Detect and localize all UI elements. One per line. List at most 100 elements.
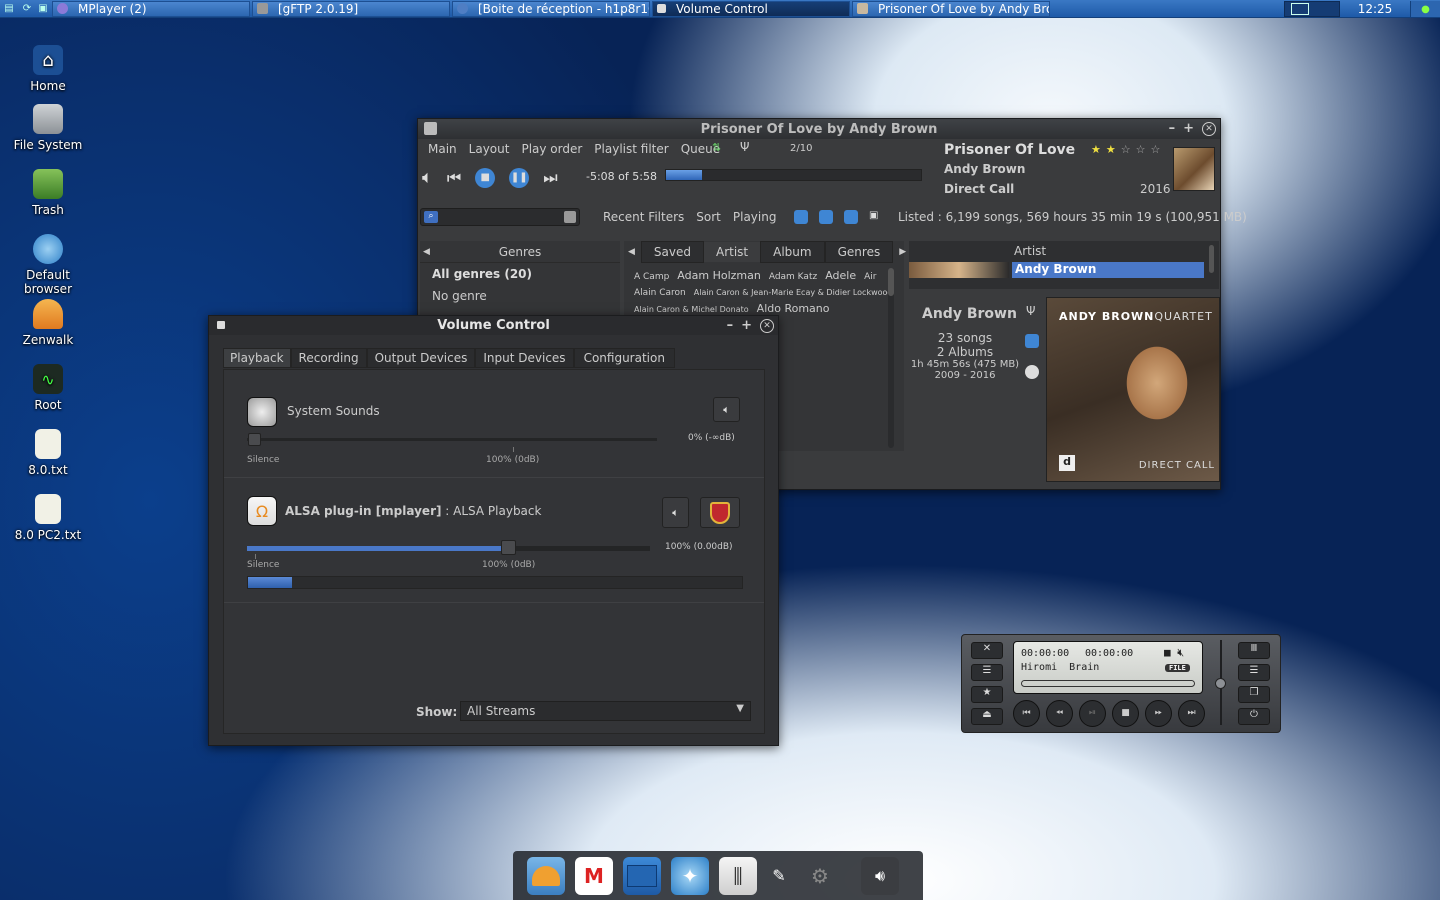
- player-titlebar[interactable]: Prisoner Of Love by Andy Brown – + ✕: [418, 119, 1220, 139]
- tab-output-devices[interactable]: Output Devices: [366, 348, 476, 368]
- lock-channels-button[interactable]: [700, 497, 740, 528]
- play-button[interactable]: ⏯︎: [1079, 700, 1106, 727]
- window-mode-button[interactable]: ❐: [1238, 686, 1270, 703]
- tab-recording[interactable]: Recording: [290, 348, 367, 368]
- slider-handle[interactable]: [501, 540, 516, 555]
- scroll-left-icon[interactable]: ◀: [423, 247, 430, 257]
- artist-item[interactable]: Adam Katz: [769, 272, 817, 282]
- star-icon[interactable]: ★: [1106, 143, 1121, 156]
- equalizer-button[interactable]: Ⅲ: [1238, 642, 1270, 659]
- artist-item[interactable]: Adam Holzman: [677, 269, 761, 282]
- artist-item[interactable]: Adele: [825, 269, 856, 282]
- menu-icon[interactable]: ▤: [0, 1, 18, 17]
- favorite-button[interactable]: ★: [971, 686, 1003, 703]
- dock-tools[interactable]: ✎: [767, 857, 791, 895]
- clock[interactable]: 12:25: [1340, 2, 1410, 16]
- shuffle-button[interactable]: ✕: [971, 642, 1003, 659]
- mute-button[interactable]: 🔈︎: [662, 497, 689, 528]
- forward-button[interactable]: ⏩︎: [1145, 700, 1172, 727]
- tabs-left-icon[interactable]: ◀: [628, 247, 635, 257]
- task-player[interactable]: Prisoner Of Love by Andy Bro...: [852, 0, 1050, 17]
- pause-button[interactable]: ❚❚: [509, 167, 530, 188]
- workspace-switcher[interactable]: [1284, 1, 1340, 17]
- show-select[interactable]: All Streams ▼: [460, 701, 751, 721]
- desktop-browser[interactable]: Default browser: [3, 234, 93, 296]
- last-button[interactable]: ⏭︎: [1178, 700, 1205, 727]
- previous-button[interactable]: ⏮︎: [447, 168, 461, 188]
- task-mail[interactable]: [Boite de réception - h1p8r10...: [452, 0, 650, 17]
- mute-button[interactable]: 🔈︎: [713, 397, 740, 422]
- tab-genres[interactable]: Genres: [824, 241, 894, 263]
- minimize-button[interactable]: –: [727, 318, 734, 333]
- queue-arrow-icon[interactable]: ⇅: [712, 141, 721, 154]
- list-button[interactable]: ☰: [1238, 664, 1270, 681]
- artist-item[interactable]: Aldo Romano: [757, 302, 830, 315]
- desktop-filesystem[interactable]: File System: [3, 104, 93, 152]
- play-artist-button[interactable]: [1025, 334, 1039, 348]
- tray-icon[interactable]: ●: [1410, 1, 1440, 17]
- first-button[interactable]: ⏮︎: [1013, 700, 1040, 727]
- volume-slider[interactable]: [247, 438, 657, 441]
- power-button[interactable]: ⏻: [1238, 708, 1270, 725]
- recent-filters-button[interactable]: Recent Filters: [603, 210, 684, 224]
- desktop-zenwalk[interactable]: Zenwalk: [3, 299, 93, 347]
- desktop-home[interactable]: ⌂ Home: [3, 45, 93, 93]
- star-icon[interactable]: ☆: [1151, 143, 1166, 156]
- dock-mixer[interactable]: ⫼: [719, 856, 757, 895]
- menu-play-order[interactable]: Play order: [521, 142, 582, 156]
- menu-main[interactable]: Main: [428, 142, 457, 156]
- star-icon[interactable]: ★: [1091, 143, 1106, 156]
- tab-playback[interactable]: Playback: [223, 348, 291, 368]
- stop-button[interactable]: ■: [1112, 700, 1139, 727]
- menu-playlist-filter[interactable]: Playlist filter: [594, 142, 668, 156]
- tab-saved[interactable]: Saved: [640, 241, 704, 263]
- artist-item[interactable]: A Camp: [634, 272, 669, 282]
- maximize-button[interactable]: +: [1183, 121, 1194, 136]
- tab-input-devices[interactable]: Input Devices: [475, 348, 574, 368]
- desktop-root[interactable]: ∿ Root: [3, 364, 93, 412]
- tab-artist[interactable]: Artist: [704, 242, 761, 262]
- dock-browser[interactable]: ✦: [671, 856, 709, 895]
- scrollbar[interactable]: [1209, 245, 1214, 273]
- artist-item[interactable]: Alain Caron & Michel Donato: [634, 305, 749, 314]
- terminal-icon[interactable]: ▣: [36, 1, 50, 17]
- volume-titlebar[interactable]: Volume Control – + ✕: [209, 316, 778, 335]
- filter-icon[interactable]: Ψ: [1026, 304, 1035, 318]
- mute-icon[interactable]: ■ 🔇︎: [1164, 646, 1184, 660]
- lock-icon[interactable]: ▣: [869, 210, 879, 224]
- close-button[interactable]: ✕: [1202, 121, 1216, 136]
- star-icon[interactable]: ☆: [1136, 143, 1151, 156]
- slider-handle[interactable]: [248, 433, 261, 446]
- desktop-file-8-0-pc2[interactable]: 8.0 PC2.txt: [3, 494, 93, 542]
- artist-item[interactable]: Air: [864, 272, 876, 282]
- dock-zenwalk[interactable]: [527, 856, 565, 895]
- volume-knob[interactable]: [1215, 678, 1226, 689]
- play-icon[interactable]: [844, 210, 858, 224]
- desktop-trash[interactable]: Trash: [3, 169, 93, 217]
- task-volume-control[interactable]: Volume Control: [652, 0, 850, 17]
- history-icon[interactable]: [794, 210, 808, 224]
- sort-button[interactable]: Sort: [696, 210, 721, 224]
- dock-volume[interactable]: 🔊︎: [861, 856, 899, 895]
- clear-icon[interactable]: [564, 211, 576, 223]
- scrollbar[interactable]: [888, 268, 894, 448]
- disc-icon[interactable]: [1025, 365, 1039, 379]
- dock-files[interactable]: [623, 856, 661, 895]
- volume-slider[interactable]: [247, 546, 650, 551]
- genre-item-all[interactable]: All genres (20): [432, 267, 620, 281]
- seek-bar[interactable]: [665, 169, 922, 181]
- antenna-icon[interactable]: Ψ: [740, 140, 749, 154]
- tabs-right-icon[interactable]: ▶: [899, 247, 906, 257]
- genre-item-none[interactable]: No genre: [432, 289, 620, 303]
- refresh-icon[interactable]: ⟳: [18, 1, 36, 17]
- search-box[interactable]: ⌕: [420, 208, 580, 226]
- menu-layout[interactable]: Layout: [469, 142, 510, 156]
- artist-list-selected[interactable]: Andy Brown: [1012, 262, 1204, 278]
- dock-mail[interactable]: M: [575, 856, 613, 895]
- star-icon[interactable]: ☆: [1121, 143, 1136, 156]
- volume-icon[interactable]: 🔈︎: [422, 167, 433, 188]
- tab-configuration[interactable]: Configuration: [573, 348, 675, 368]
- stop-button[interactable]: ■: [475, 167, 496, 188]
- task-gftp[interactable]: [gFTP 2.0.19]: [252, 0, 450, 17]
- artist-item[interactable]: Alain Caron: [634, 288, 686, 298]
